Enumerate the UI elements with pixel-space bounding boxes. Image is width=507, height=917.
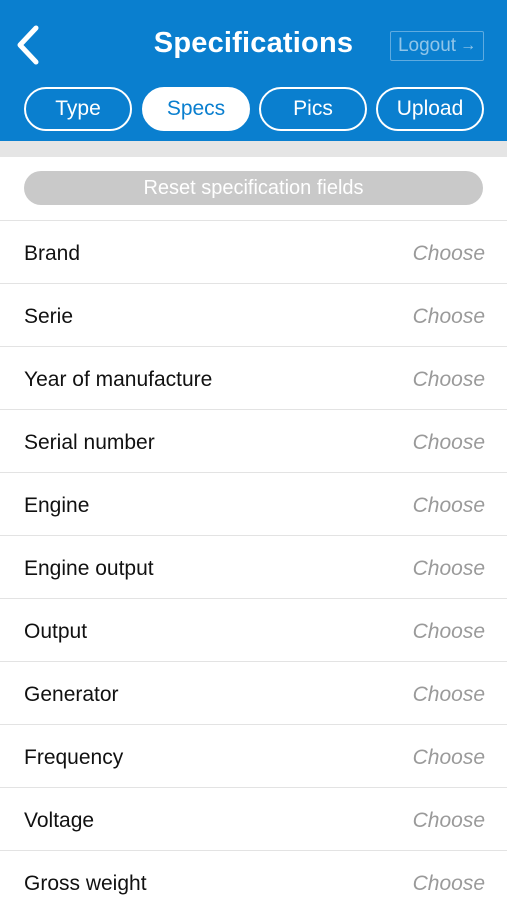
field-value: Choose [412, 809, 485, 832]
logout-button[interactable]: Logout → [390, 31, 484, 61]
field-label: Serial number [24, 431, 155, 454]
tab-specs[interactable]: Specs [142, 87, 250, 131]
tab-upload[interactable]: Upload [376, 87, 484, 131]
field-label: Year of manufacture [24, 368, 213, 391]
field-row-brand[interactable]: Brand Choose [0, 220, 507, 283]
field-label: Output [24, 620, 88, 643]
logout-label: Logout [397, 35, 457, 56]
field-value: Choose [412, 242, 485, 265]
field-value: Choose [412, 305, 485, 328]
field-label: Brand [24, 242, 81, 265]
field-row-generator[interactable]: Generator Choose [0, 661, 507, 724]
tab-label: Pics [293, 97, 333, 120]
field-value: Choose [412, 683, 485, 706]
field-row-gross-weight[interactable]: Gross weight Choose [0, 850, 507, 913]
field-row-serial-number[interactable]: Serial number Choose [0, 409, 507, 472]
reset-fields-button[interactable]: Reset specification fields [24, 171, 483, 205]
spec-field-list: Brand Choose Serie Choose Year of manufa… [0, 220, 507, 913]
field-row-output[interactable]: Output Choose [0, 598, 507, 661]
app-header: Specifications Logout → Type Specs Pics … [0, 0, 507, 141]
tab-pics[interactable]: Pics [259, 87, 367, 131]
field-row-voltage[interactable]: Voltage Choose [0, 787, 507, 850]
field-value: Choose [412, 872, 485, 895]
tab-label: Type [55, 97, 101, 120]
tab-label: Upload [396, 97, 464, 120]
tab-type[interactable]: Type [24, 87, 132, 131]
field-value: Choose [412, 431, 485, 454]
header-divider [0, 141, 507, 157]
field-row-frequency[interactable]: Frequency Choose [0, 724, 507, 787]
field-label: Generator [24, 683, 119, 706]
field-row-engine-output[interactable]: Engine output Choose [0, 535, 507, 598]
field-label: Gross weight [24, 872, 147, 895]
field-value: Choose [412, 620, 485, 643]
field-row-serie[interactable]: Serie Choose [0, 283, 507, 346]
field-label: Voltage [24, 809, 95, 832]
field-label: Engine [24, 494, 90, 517]
field-value: Choose [412, 494, 485, 517]
tab-label: Specs [166, 97, 226, 120]
arrow-right-icon: → [460, 37, 477, 54]
tab-bar: Type Specs Pics Upload [0, 87, 507, 133]
field-value: Choose [412, 368, 485, 391]
field-label: Engine output [24, 557, 154, 580]
field-value: Choose [412, 746, 485, 769]
field-value: Choose [412, 557, 485, 580]
field-row-engine[interactable]: Engine Choose [0, 472, 507, 535]
field-row-year-of-manufacture[interactable]: Year of manufacture Choose [0, 346, 507, 409]
field-label: Serie [24, 305, 74, 328]
field-label: Frequency [24, 746, 124, 769]
